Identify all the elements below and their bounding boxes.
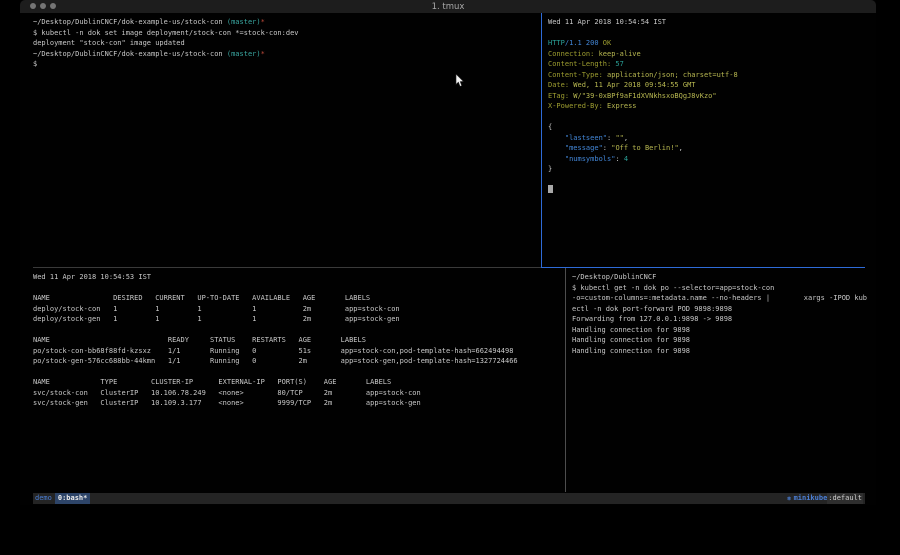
terminal-line: Content-Type: application/json; charset=… <box>548 70 874 81</box>
terminal-line <box>548 175 874 186</box>
terminal-line: svc/stock-con ClusterIP 10.106.78.249 <n… <box>33 388 564 399</box>
terminal-line: Date: Wed, 11 Apr 2018 09:54:55 GMT <box>548 80 874 91</box>
terminal-line: Handling connection for 9898 <box>572 346 872 357</box>
desktop: { "window": { "title": "1. tmux" }, "col… <box>0 0 900 555</box>
terminal-line <box>548 112 874 123</box>
pane-bottom-left-kubectl-get[interactable]: Wed 11 Apr 2018 10:54:53 IST NAME DESIRED… <box>33 272 564 490</box>
terminal-line: Forwarding from 127.0.0.1:9898 -> 9898 <box>572 314 872 325</box>
terminal-line: { <box>548 122 874 133</box>
terminal-line: deployment "stock-con" image updated <box>33 38 538 49</box>
session-name: demo <box>35 493 52 504</box>
terminal-line: $ kubectl get -n dok po --selector=app=s… <box>572 283 872 294</box>
terminal-line: ~/Desktop/DublinCNCF/dok-example-us/stoc… <box>33 49 538 60</box>
pane-divider-vertical-active[interactable] <box>541 13 542 268</box>
terminal-line <box>33 325 564 336</box>
terminal-line: HTTP/1.1 200 OK <box>548 38 874 49</box>
pane-bottom-right-port-forward[interactable]: ~/Desktop/DublinCNCF$ kubectl get -n dok… <box>572 272 872 490</box>
terminal-line <box>33 283 564 294</box>
terminal-line: Handling connection for 9898 <box>572 325 872 336</box>
terminal-line: po/stock-con-bb68f88fd-kzsxz 1/1 Running… <box>33 346 564 357</box>
pane-top-right-http-response[interactable]: Wed 11 Apr 2018 10:54:54 IST HTTP/1.1 200… <box>548 17 874 265</box>
kube-context-label: minikube <box>794 493 828 504</box>
terminal-line <box>548 185 874 196</box>
terminal-line: "lastseen": "", <box>548 133 874 144</box>
kubernetes-helm-icon: ⎈ <box>787 493 792 504</box>
terminal-line: "numsymbols": 4 <box>548 154 874 165</box>
terminal-line: ~/Desktop/DublinCNCF/dok-example-us/stoc… <box>33 17 538 28</box>
tmux-status-bar: demo 0:bash* ⎈ minikube :default <box>33 493 865 504</box>
terminal-line: $ kubectl -n dok set image deployment/st… <box>33 28 538 39</box>
terminal-line: Connection: keep-alive <box>548 49 874 60</box>
pane-divider-horizontal-active[interactable] <box>541 267 865 268</box>
terminal-line: ectl -n dok port-forward POD 9898:9898 <box>572 304 872 315</box>
terminal-line: Wed 11 Apr 2018 10:54:53 IST <box>33 272 564 283</box>
terminal-line: Content-Length: 57 <box>548 59 874 70</box>
terminal-line: deploy/stock-gen 1 1 1 1 2m app=stock-ge… <box>33 314 564 325</box>
terminal-line: X-Powered-By: Express <box>548 101 874 112</box>
terminal-line: svc/stock-gen ClusterIP 10.109.3.177 <no… <box>33 398 564 409</box>
terminal-line: po/stock-gen-576cc688bb-44kmn 1/1 Runnin… <box>33 356 564 367</box>
terminal-line <box>33 367 564 378</box>
pane-top-left-shell[interactable]: ~/Desktop/DublinCNCF/dok-example-us/stoc… <box>33 17 538 265</box>
window-tab-bash[interactable]: 0:bash* <box>55 493 91 504</box>
window-title: 1. tmux <box>20 2 876 12</box>
mouse-pointer-icon <box>455 74 464 87</box>
terminal-line: NAME TYPE CLUSTER-IP EXTERNAL-IP PORT(S)… <box>33 377 564 388</box>
terminal-line: } <box>548 164 874 175</box>
terminal-line <box>548 28 874 39</box>
terminal-line: ~/Desktop/DublinCNCF <box>572 272 872 283</box>
pane-divider-vertical-bottom[interactable] <box>565 268 566 492</box>
window-titlebar[interactable]: 1. tmux <box>20 0 876 13</box>
kube-namespace-label: :default <box>827 493 863 504</box>
terminal-line: Handling connection for 9898 <box>572 335 872 346</box>
pane-divider-horizontal-left[interactable] <box>33 267 541 268</box>
terminal-line: -o=custom-columns=:metadata.name --no-he… <box>572 293 872 304</box>
terminal-line: ETag: W/"39-0xBPf9aF1dXVNkhsxoBQgJ8vKzo" <box>548 91 874 102</box>
terminal-line: NAME READY STATUS RESTARTS AGE LABELS <box>33 335 564 346</box>
status-right: ⎈ minikube :default <box>787 493 863 504</box>
terminal-line: Wed 11 Apr 2018 10:54:54 IST <box>548 17 874 28</box>
terminal-window: 1. tmux ~/Desktop/DublinCNCF/dok-example… <box>20 0 876 505</box>
terminal-line: $ <box>33 59 538 70</box>
terminal-line: NAME DESIRED CURRENT UP-TO-DATE AVAILABL… <box>33 293 564 304</box>
terminal-line: deploy/stock-con 1 1 1 1 2m app=stock-co… <box>33 304 564 315</box>
terminal-line: "message": "Off to Berlin!", <box>548 143 874 154</box>
